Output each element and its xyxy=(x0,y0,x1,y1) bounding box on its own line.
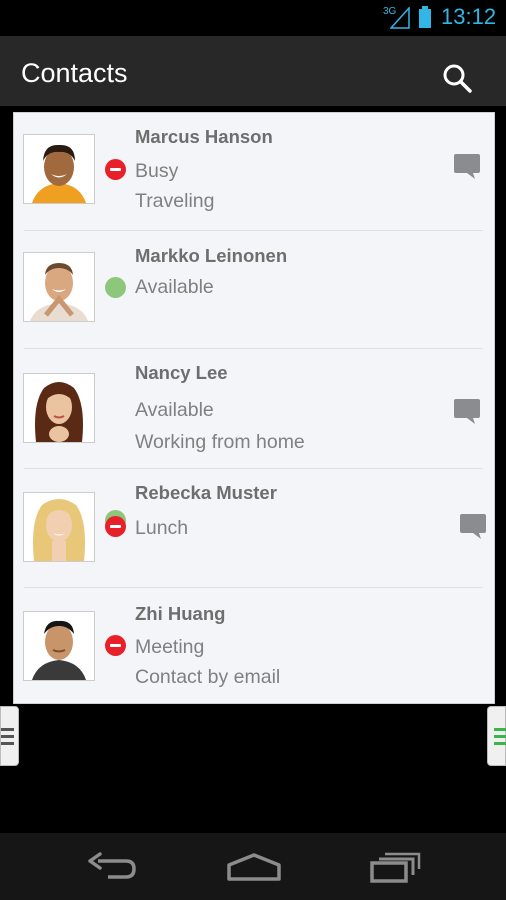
contact-name: Zhi Huang xyxy=(135,603,226,624)
search-icon[interactable] xyxy=(441,62,473,94)
contact-row-rebecka-muster[interactable]: Rebecka Muster Lunch xyxy=(14,469,494,587)
signal-icon xyxy=(390,7,410,29)
contact-name: Markko Leinonen xyxy=(135,245,288,266)
contact-row-markko-leinonen[interactable]: Markko Leinonen Available xyxy=(14,231,494,348)
contact-row-nancy-lee[interactable]: Nancy Lee Available Working from home xyxy=(14,349,494,531)
contact-status: Available xyxy=(135,399,214,421)
recent-apps-icon[interactable] xyxy=(369,851,421,883)
contact-row-zhi-huang[interactable]: Zhi Huang Meeting Contact by email xyxy=(14,588,494,703)
contact-status: Lunch xyxy=(135,517,189,539)
avatar xyxy=(23,373,95,443)
contact-name: Nancy Lee xyxy=(135,362,228,383)
busy-status-icon xyxy=(105,516,126,537)
contact-row-marcus-hanson[interactable]: Marcus Hanson Busy Traveling xyxy=(14,113,494,230)
menu-lines-icon xyxy=(1,728,14,745)
available-status-icon xyxy=(105,277,126,298)
menu-lines-icon xyxy=(494,728,506,745)
avatar xyxy=(23,134,95,204)
chat-bubble-icon[interactable] xyxy=(453,397,481,425)
action-bar: Contacts xyxy=(0,36,506,106)
battery-icon xyxy=(419,6,431,28)
chat-bubble-icon[interactable] xyxy=(453,152,481,180)
left-drawer-handle[interactable] xyxy=(0,706,19,766)
contact-note: Traveling xyxy=(135,190,215,212)
clock: 13:12 xyxy=(441,4,497,29)
chat-bubble-icon[interactable] xyxy=(459,512,487,540)
busy-status-icon xyxy=(105,159,126,180)
home-icon[interactable] xyxy=(226,851,282,883)
contact-status: Meeting xyxy=(135,636,205,658)
navigation-bar xyxy=(0,833,506,900)
page-title: Contacts xyxy=(21,58,128,88)
right-drawer-handle[interactable] xyxy=(487,706,506,766)
contact-list: Marcus Hanson Busy Traveling Markko Lein… xyxy=(13,112,495,704)
contact-name: Marcus Hanson xyxy=(135,126,273,147)
avatar xyxy=(23,611,95,681)
status-bar: 3G 13:12 xyxy=(0,0,506,36)
back-icon[interactable] xyxy=(86,851,140,883)
contact-name: Rebecka Muster xyxy=(135,482,277,503)
busy-status-icon xyxy=(105,635,126,656)
avatar xyxy=(23,252,95,322)
contact-status: Busy xyxy=(135,160,179,182)
contact-note: Contact by email xyxy=(135,666,281,688)
contact-status: Available xyxy=(135,276,214,298)
contact-note: Working from home xyxy=(135,431,305,453)
avatar xyxy=(23,492,95,562)
